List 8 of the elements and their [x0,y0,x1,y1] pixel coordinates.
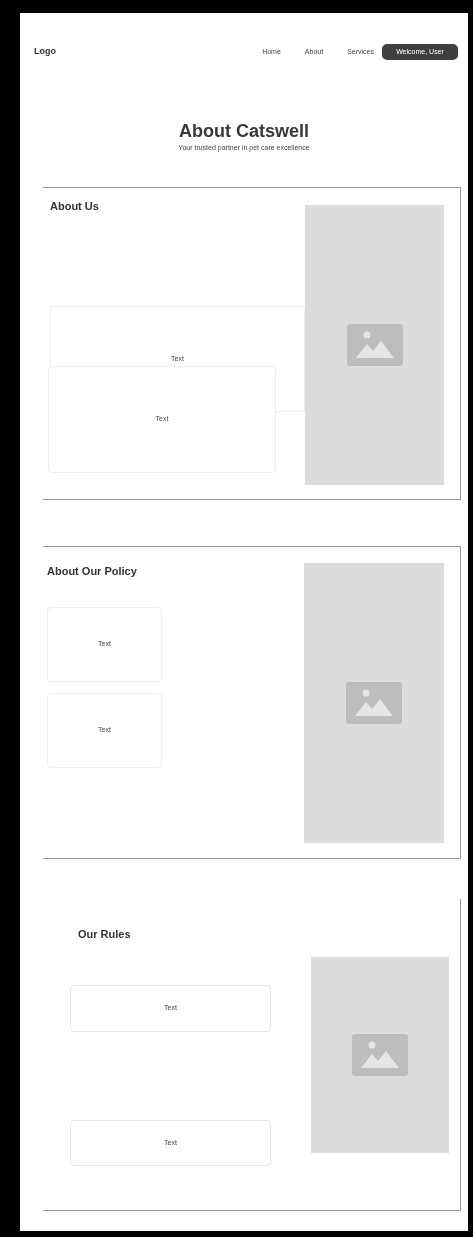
section-heading: Our Rules [78,927,132,942]
page-title: About Catswell [179,120,309,142]
section-heading: About Us [50,199,100,214]
logo[interactable]: Logo [34,45,56,59]
image-icon [346,682,402,724]
section-heading: About Our Policy [47,564,138,579]
image-icon [346,324,403,366]
image-icon [352,1034,408,1076]
